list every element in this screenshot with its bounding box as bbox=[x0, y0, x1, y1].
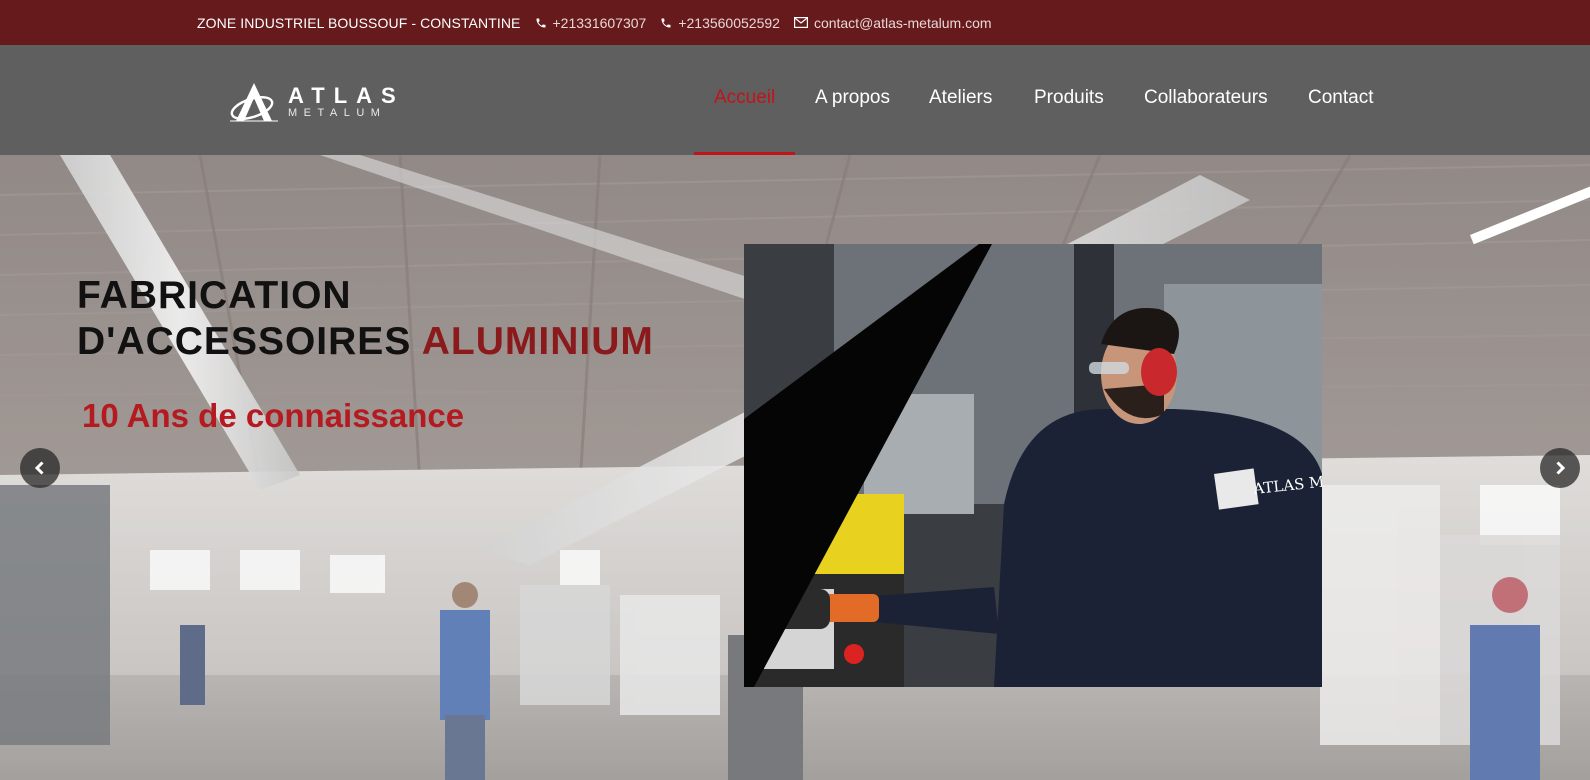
hero-title-line2: D'ACCESSOIRES bbox=[77, 320, 412, 363]
slider-prev-button[interactable] bbox=[20, 448, 60, 488]
hero-subtitle: 10 Ans de connaissance bbox=[82, 397, 465, 434]
chevron-left-icon bbox=[34, 461, 44, 475]
hero-title-accent: ALUMINIUM bbox=[421, 320, 654, 363]
nav-accueil[interactable]: Accueil bbox=[714, 87, 775, 109]
envelope-icon bbox=[793, 17, 808, 28]
nav-a-propos[interactable]: A propos bbox=[815, 87, 890, 109]
chevron-right-icon bbox=[1556, 461, 1566, 475]
phone-icon bbox=[661, 18, 671, 27]
nav-collaborateurs[interactable]: Collaborateurs bbox=[1144, 87, 1268, 109]
main-navbar: ATLAS METALUM Accueil A propos Ateliers … bbox=[0, 45, 1590, 156]
phone-1[interactable]: +21331607307 bbox=[535, 14, 647, 31]
phone-icon bbox=[536, 18, 545, 27]
company-address: ZONE INDUSTRIEL BOUSSOUF - CONSTANTINE bbox=[197, 14, 521, 31]
slider-next-button[interactable] bbox=[1540, 448, 1580, 488]
slide-photo-worker: ATLAS METALUM bbox=[744, 244, 1322, 687]
email-text: contact@atlas-metalum.com bbox=[813, 14, 992, 31]
main-nav: Accueil A propos Ateliers Produits Colla… bbox=[0, 45, 1590, 156]
nav-ateliers[interactable]: Ateliers bbox=[929, 87, 992, 109]
top-info-bar: ZONE INDUSTRIEL BOUSSOUF - CONSTANTINE +… bbox=[0, 0, 1590, 45]
hero-title-line1: FABRICATION bbox=[77, 274, 352, 317]
hero-title: FABRICATION D'ACCESSOIRES ALUMINIUM bbox=[77, 273, 654, 365]
phone-2[interactable]: +213560052592 bbox=[660, 15, 780, 31]
nav-contact[interactable]: Contact bbox=[1308, 87, 1373, 109]
phone-2-text: +213560052592 bbox=[678, 14, 780, 31]
nav-produits[interactable]: Produits bbox=[1034, 87, 1104, 109]
email-link[interactable]: contact@atlas-metalum.com bbox=[793, 14, 992, 31]
phone-1-text: +21331607307 bbox=[552, 14, 647, 31]
hero-slider: FABRICATION D'ACCESSOIRES ALUMINIUM 10 A… bbox=[0, 155, 1590, 780]
